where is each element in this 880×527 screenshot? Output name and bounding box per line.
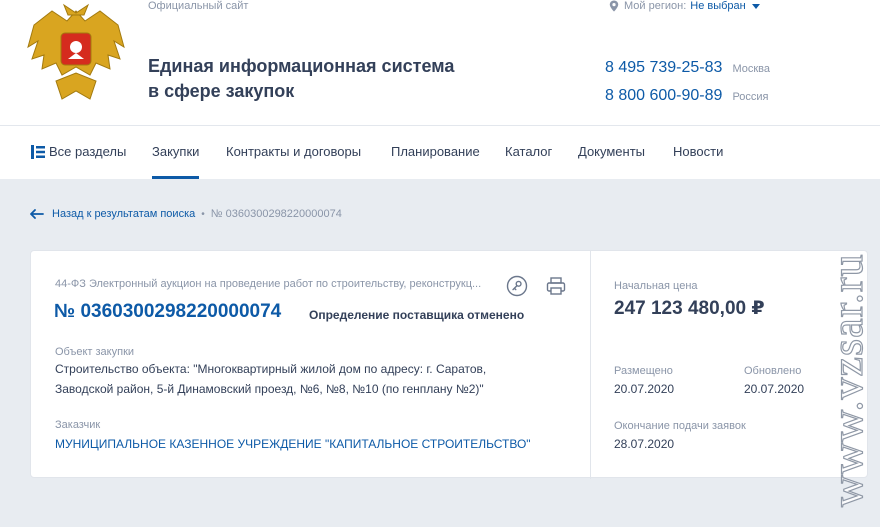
status-badge: Определение поставщика отменено: [309, 308, 525, 322]
phone-city: Россия: [732, 91, 769, 103]
updated-label: Обновлено: [744, 365, 802, 377]
back-link-label[interactable]: Назад к результатам поиска: [52, 208, 195, 220]
deadline-date: 28.07.2020: [614, 437, 675, 451]
caret-down-icon[interactable]: [751, 3, 760, 9]
customer-link[interactable]: МУНИЦИПАЛЬНОЕ КАЗЕННОЕ УЧРЕЖДЕНИЕ "КАПИТ…: [55, 437, 531, 451]
breadcrumb: Назад к результатам поиска • № 036030029…: [30, 208, 342, 220]
phone-number[interactable]: 8 495 739-25-83: [605, 59, 722, 77]
site-title-line2: в сфере закупок: [148, 81, 295, 101]
sections-icon[interactable]: [31, 145, 45, 159]
region-value[interactable]: Не выбран: [690, 0, 745, 12]
phone-number[interactable]: 8 800 600-90-89: [605, 87, 722, 105]
nav-item-planning[interactable]: Планирование: [391, 144, 480, 159]
customer-label: Заказчик: [55, 419, 101, 431]
watermark-text: www.vzsar.ru: [823, 253, 872, 507]
nav-all-sections[interactable]: Все разделы: [49, 144, 126, 159]
updated-date: 20.07.2020: [744, 382, 805, 396]
phone-moscow[interactable]: 8 495 739-25-83 Москва: [605, 59, 770, 77]
region-selector[interactable]: Мой регион: Не выбран: [608, 0, 760, 12]
purchase-card: 44-ФЗ Электронный аукцион на проведение …: [30, 250, 868, 479]
region-label: Мой регион:: [624, 0, 687, 12]
site-title[interactable]: Единая информационная система в сфере за…: [148, 54, 488, 104]
breadcrumb-current: № 0360300298220000074: [210, 208, 342, 220]
official-site-label: Официальный сайт: [148, 0, 249, 12]
price-label: Начальная цена: [614, 280, 698, 292]
card-divider: [590, 251, 591, 479]
price-value: 247 123 480,00 ₽: [614, 298, 765, 319]
nav-item-news[interactable]: Новости: [673, 144, 723, 159]
print-icon[interactable]: [545, 275, 567, 297]
main-nav: Все разделы Закупки Контракты и договоры…: [0, 126, 880, 179]
nav-item-catalog[interactable]: Каталог: [505, 144, 552, 159]
purchase-law-type: 44-ФЗ Электронный аукцион на проведение …: [55, 278, 482, 290]
arrow-left-icon: [30, 209, 44, 219]
nav-item-purchases[interactable]: Закупки: [152, 144, 200, 179]
breadcrumb-separator: •: [201, 208, 205, 220]
object-line2: Заводской район, 5-й Динамовский проезд,…: [55, 382, 484, 396]
back-to-results-link[interactable]: Назад к результатам поиска: [30, 208, 195, 220]
location-pin-icon: [609, 0, 619, 12]
header: Официальный сайт Единая информационная с…: [0, 0, 880, 125]
link-icon[interactable]: [506, 275, 528, 297]
deadline-label: Окончание подачи заявок: [614, 420, 746, 432]
object-line1: Строительство объекта: "Многоквартирный …: [55, 362, 487, 376]
phone-city: Москва: [732, 63, 770, 75]
object-description: Строительство объекта: "Многоквартирный …: [55, 359, 486, 399]
purchase-number[interactable]: № 0360300298220000074: [54, 301, 281, 323]
placed-label: Размещено: [614, 365, 673, 377]
emblem-icon[interactable]: [22, 3, 130, 103]
object-label: Объект закупки: [55, 346, 135, 358]
watermark: www.vzsar.ru: [822, 253, 872, 508]
nav-item-documents[interactable]: Документы: [578, 144, 645, 159]
placed-date: 20.07.2020: [614, 382, 675, 396]
phone-russia[interactable]: 8 800 600-90-89 Россия: [605, 87, 769, 105]
site-title-line1: Единая информационная система: [148, 56, 455, 76]
nav-item-contracts[interactable]: Контракты и договоры: [226, 144, 361, 159]
